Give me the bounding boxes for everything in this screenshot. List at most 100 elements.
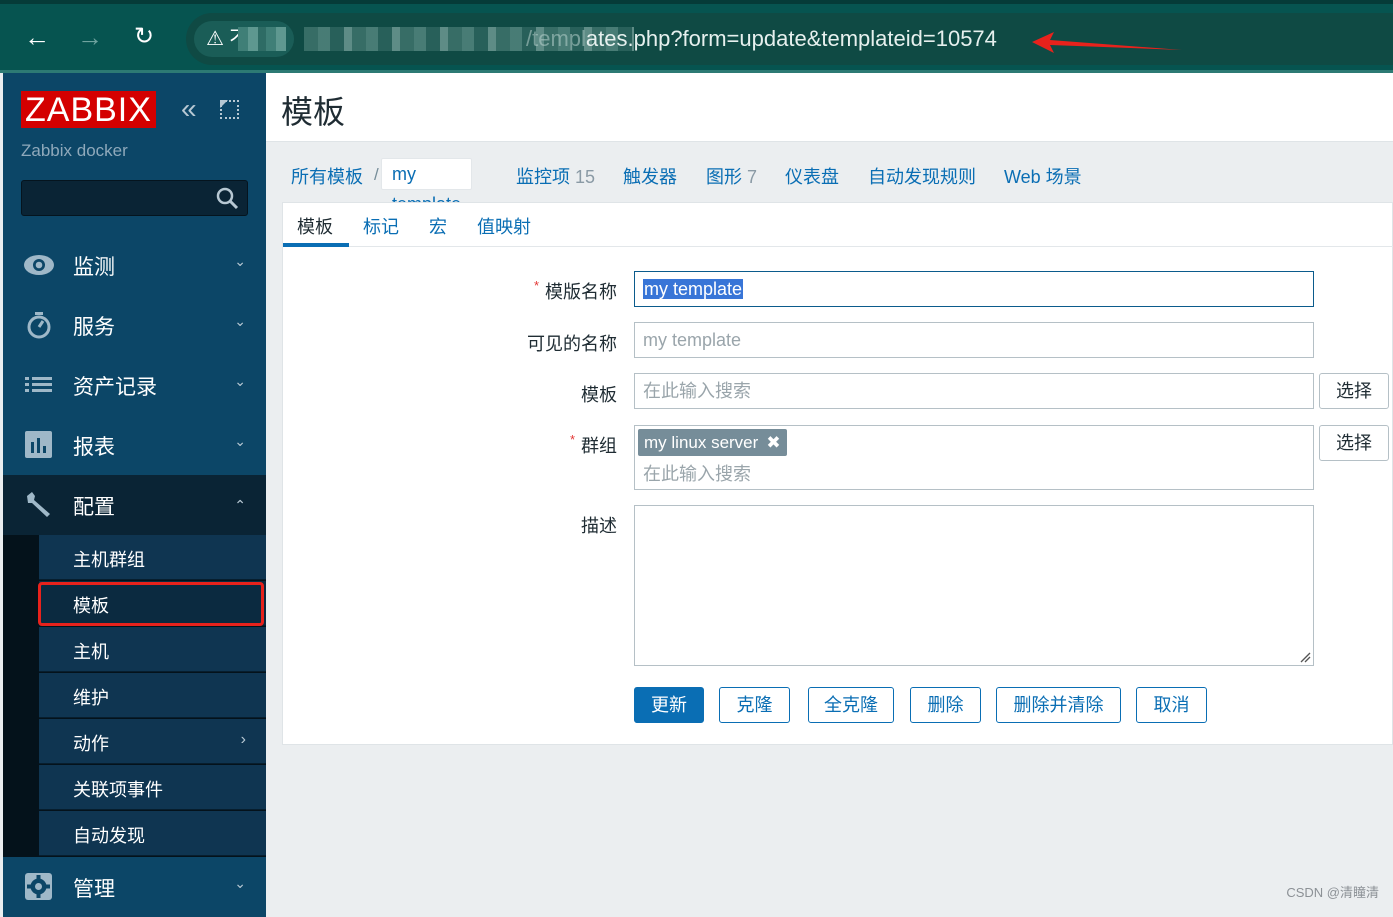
- menu-configuration[interactable]: 配置 ⌃: [3, 475, 266, 535]
- submenu-discovery[interactable]: 自动发现: [39, 811, 266, 856]
- menu-label: 资产记录: [73, 371, 157, 401]
- submenu-label: 动作: [73, 730, 109, 756]
- cancel-button[interactable]: 取消: [1136, 687, 1207, 723]
- templates-select-button[interactable]: 选择: [1319, 373, 1389, 409]
- template-name-input[interactable]: my template: [634, 271, 1314, 307]
- nav-discovery-rules[interactable]: 自动发现规则: [868, 163, 976, 189]
- active-tab-indicator: [283, 243, 349, 247]
- menu-label: 报表: [73, 431, 115, 461]
- submenu-actions[interactable]: 动作 ›: [39, 719, 266, 764]
- chevron-down-icon: ⌄: [234, 373, 246, 390]
- page-title: 模板: [281, 87, 345, 133]
- input-placeholder: 在此输入搜索: [643, 381, 751, 401]
- delete-and-clear-button[interactable]: 删除并清除: [996, 687, 1121, 723]
- description-textarea[interactable]: [634, 505, 1314, 666]
- watermark: CSDN @清瞳清: [1286, 882, 1379, 901]
- annotation-highlight-box: [38, 582, 264, 626]
- template-name-label: *模版名称: [534, 278, 617, 304]
- url-text: /templates.php?form=update&templateid=10…: [526, 26, 997, 52]
- kiosk-mode-icon[interactable]: [220, 100, 239, 119]
- menu-label: 监测: [73, 251, 115, 281]
- form-tabs: 模板 标记 宏 值映射: [283, 203, 1393, 247]
- breadcrumb-separator: /: [374, 165, 379, 185]
- tab-tags[interactable]: 标记: [363, 213, 399, 239]
- chevron-right-icon: ›: [241, 731, 246, 749]
- security-indicator[interactable]: ⚠ 不: [194, 21, 294, 57]
- submenu-host-groups[interactable]: 主机群组: [39, 535, 266, 580]
- chevron-down-icon: ⌄: [234, 433, 246, 450]
- label-text: 群组: [581, 436, 617, 456]
- full-clone-button[interactable]: 全克隆: [808, 687, 894, 723]
- submenu-label: 关联项事件: [73, 776, 163, 802]
- templates-search-input[interactable]: 在此输入搜索: [634, 373, 1314, 409]
- annotation-arrow-icon: [1032, 30, 1182, 56]
- submenu-event-correlation[interactable]: 关联项事件: [39, 765, 266, 810]
- required-marker: *: [570, 432, 575, 447]
- wrench-icon: [23, 490, 55, 520]
- forward-button[interactable]: →: [75, 22, 105, 52]
- breadcrumb-all-templates[interactable]: 所有模板: [291, 163, 363, 189]
- groups-select-button[interactable]: 选择: [1319, 425, 1389, 461]
- collapse-sidebar-icon[interactable]: «: [181, 97, 197, 121]
- submenu-label: 主机: [73, 638, 109, 664]
- chip-label: my linux server: [644, 433, 758, 452]
- nav-dashboards[interactable]: 仪表盘: [785, 163, 839, 189]
- clone-button[interactable]: 克隆: [719, 687, 790, 723]
- resize-handle-icon[interactable]: [1299, 651, 1311, 663]
- groups-label: * 群组: [570, 432, 617, 458]
- url-obscured-part: /templ: [526, 26, 586, 51]
- nav-graphs[interactable]: 图形 7: [706, 163, 757, 189]
- groups-multiselect[interactable]: my linux server ✖ 在此输入搜索: [634, 425, 1314, 490]
- required-marker: *: [534, 278, 539, 293]
- groups-search-placeholder[interactable]: 在此输入搜索: [643, 460, 751, 486]
- chevron-up-icon: ⌃: [234, 497, 246, 514]
- search-icon[interactable]: [214, 185, 240, 211]
- menu-services[interactable]: 服务 ⌄: [3, 295, 266, 355]
- browser-toolbar: ← → ↻ ⚠ 不 /templates.php?form=update&tem…: [0, 0, 1393, 73]
- templates-label: 模板: [581, 381, 617, 407]
- server-name: Zabbix docker: [21, 141, 128, 161]
- gear-icon: [23, 872, 55, 902]
- input-placeholder: my template: [643, 330, 741, 350]
- tab-value-mapping[interactable]: 值映射: [477, 213, 531, 239]
- delete-button[interactable]: 删除: [910, 687, 981, 723]
- page-header: 模板: [266, 73, 1393, 142]
- bar-chart-icon: [23, 430, 55, 460]
- input-value: my template: [643, 279, 743, 299]
- nav-items[interactable]: 监控项 15: [516, 163, 595, 189]
- obscured-text: [238, 27, 286, 51]
- menu-monitoring[interactable]: 监测 ⌄: [3, 235, 266, 295]
- tab-template[interactable]: 模板: [297, 213, 333, 239]
- menu-label: 管理: [73, 873, 115, 903]
- tab-macros[interactable]: 宏: [429, 213, 447, 239]
- nav-label: 监控项: [516, 167, 570, 187]
- submenu-label: 主机群组: [73, 546, 145, 572]
- reload-button[interactable]: ↻: [129, 22, 159, 52]
- group-chip: my linux server ✖: [638, 429, 787, 456]
- zabbix-logo[interactable]: ZABBIX: [21, 91, 156, 128]
- list-icon: [23, 370, 55, 400]
- update-button[interactable]: 更新: [634, 687, 704, 723]
- menu-inventory[interactable]: 资产记录 ⌄: [3, 355, 266, 415]
- sidebar: ZABBIX « Zabbix docker 监测 ⌄ 服务 ⌄ 资产记录 ⌄ …: [3, 73, 266, 909]
- submenu-hosts[interactable]: 主机: [39, 627, 266, 672]
- back-button[interactable]: ←: [22, 22, 52, 52]
- chevron-down-icon: ⌄: [234, 875, 246, 892]
- chevron-down-icon: ⌄: [234, 253, 246, 270]
- visible-name-input[interactable]: my template: [634, 322, 1314, 358]
- nav-web-scenarios[interactable]: Web 场景: [1004, 163, 1082, 189]
- submenu-maintenance[interactable]: 维护: [39, 673, 266, 718]
- address-bar[interactable]: ⚠ 不 /templates.php?form=update&templatei…: [186, 13, 1393, 65]
- sidebar-search-input[interactable]: [21, 180, 248, 216]
- description-label: 描述: [581, 512, 617, 538]
- eye-icon: [23, 250, 55, 280]
- breadcrumb-current-template[interactable]: my template: [381, 158, 472, 190]
- warning-icon: ⚠: [206, 28, 224, 50]
- remove-chip-icon[interactable]: ✖: [766, 433, 780, 452]
- menu-administration[interactable]: 管理 ⌄: [3, 857, 266, 917]
- menu-label: 配置: [73, 491, 115, 521]
- menu-reports[interactable]: 报表 ⌄: [3, 415, 266, 475]
- url-path: ates.php?form=update&templateid=10574: [586, 26, 997, 51]
- menu-label: 服务: [73, 311, 115, 341]
- nav-triggers[interactable]: 触发器: [623, 163, 677, 189]
